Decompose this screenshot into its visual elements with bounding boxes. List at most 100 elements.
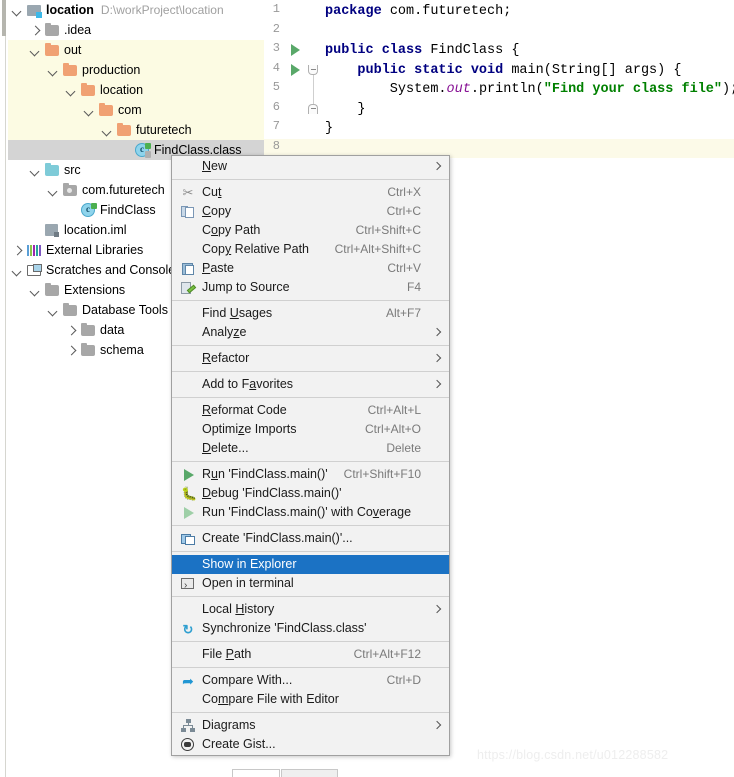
menu-item-shortcut: Ctrl+V [387,261,421,275]
menu-item-open-in-terminal[interactable]: Open in terminal [172,574,449,595]
tree-item-futuretech[interactable]: futuretech [8,120,264,140]
tree-expand-arrow[interactable] [48,65,59,76]
editor-gutter[interactable]: 1 2 3 4 5 6 7 8 [264,0,319,163]
tree-item-label: com [118,103,142,117]
menu-item-optimize-imports[interactable]: Optimize Imports Ctrl+Alt+O [172,420,449,439]
menu-item-run-findclass-main-with-coverage[interactable]: Run 'FindClass.main()' with Coverage [172,503,449,522]
menu-separator [172,397,449,398]
menu-item-local-history[interactable]: Local History [172,600,449,619]
menu-item-copy-relative-path[interactable]: Copy Relative Path Ctrl+Alt+Shift+C [172,240,449,259]
menu-item-paste[interactable]: Paste Ctrl+V [172,259,449,278]
menu-item-create-findclass-main[interactable]: Create 'FindClass.main()'... [172,529,449,548]
iml-file-icon [44,222,60,238]
diagrams-icon [181,718,195,733]
menu-item-delete[interactable]: Delete... Delete [172,439,449,458]
menu-item-jump-to-source[interactable]: Jump to Source F4 [172,278,449,297]
menu-item-label: Analyze [202,325,247,339]
menu-item-icon-slot [180,467,198,483]
code-fold-region-line [313,74,314,104]
menu-item-analyze[interactable]: Analyze [172,323,449,342]
menu-item-copy[interactable]: Copy Ctrl+C [172,202,449,221]
submenu-chevron-icon [431,323,441,342]
tree-expand-arrow[interactable] [66,85,77,96]
package-icon [62,182,78,198]
line-number: 3 [272,41,280,55]
paste-icon [181,262,195,276]
menu-item-shortcut: Ctrl+D [386,673,421,687]
status-widget-left [232,769,280,777]
menu-item-label: Find Usages [202,306,273,320]
tree-expand-arrow[interactable] [48,305,59,316]
class-file-icon: c [134,142,151,158]
tree-item-idea[interactable]: .idea [8,20,264,40]
tree-expand-arrow[interactable] [30,285,41,296]
menu-item-label: Show in Explorer [202,557,297,571]
tree-item-production[interactable]: production [8,60,264,80]
tree-item-location[interactable]: location [8,80,264,100]
menu-item-icon-slot [180,647,198,663]
menu-item-compare-file-with-editor[interactable]: Compare File with Editor [172,690,449,709]
menu-item-copy-path[interactable]: Copy Path Ctrl+Shift+C [172,221,449,240]
tree-collapse-arrow[interactable] [66,325,77,336]
context-menu[interactable]: New ✂ Cut Ctrl+X Copy Ctrl+C Copy Path Ctrl+Shi… [171,155,450,756]
menu-item-create-gist[interactable]: Create Gist... [172,735,449,754]
menu-item-show-in-explorer[interactable]: Show in Explorer [172,555,449,574]
menu-item-reformat-code[interactable]: Reformat Code Ctrl+Alt+L [172,401,449,420]
code-line-5: System.out.println("Find your class file… [325,82,734,97]
folder-orange-icon [80,82,96,98]
tree-collapse-arrow[interactable] [12,245,23,256]
menu-item-compare-with[interactable]: ➦ Compare With... Ctrl+D [172,671,449,690]
menu-item-debug-findclass-main[interactable]: 🐛 Debug 'FindClass.main()' [172,484,449,503]
tree-expand-arrow[interactable] [84,105,95,116]
tree-collapse-arrow[interactable] [30,25,41,36]
tree-item-out[interactable]: out [8,40,264,60]
code-text-area[interactable]: package com.futuretech; public class Find… [319,0,734,163]
submenu-chevron-icon [431,349,441,368]
menu-item-refactor[interactable]: Refactor [172,349,449,368]
run-gutter-icon[interactable] [290,63,302,76]
scrollbar-track [5,0,6,777]
tree-expand-arrow[interactable] [30,45,41,56]
menu-item-add-to-favorites[interactable]: Add to Favorites [172,375,449,394]
menu-separator [172,641,449,642]
tree-expand-arrow[interactable] [30,165,41,176]
run-gutter-icon[interactable] [290,44,302,56]
tree-vertical-scrollbar[interactable] [2,0,6,777]
menu-item-label: Jump to Source [202,280,290,294]
tree-collapse-arrow[interactable] [66,345,77,356]
tree-item-label: location [46,3,94,17]
menu-item-shortcut: Ctrl+C [386,204,421,218]
line-number: 5 [272,80,280,94]
menu-item-find-usages[interactable]: Find Usages Alt+F7 [172,304,449,323]
line-number: 7 [272,119,280,133]
folder-grey-icon [80,342,96,358]
menu-item-cut[interactable]: ✂ Cut Ctrl+X [172,183,449,202]
menu-separator [172,300,449,301]
code-line-1: package com.futuretech; [325,4,512,19]
menu-item-file-path[interactable]: File Path Ctrl+Alt+F12 [172,645,449,664]
menu-item-synchronize-findclass-class[interactable]: ↻ Synchronize 'FindClass.class' [172,619,449,638]
tree-item-label: .idea [64,23,92,37]
tree-item-label: Extensions [64,283,126,297]
tree-item-location[interactable]: location D:\workProject\location [8,0,264,20]
class-icon: c [80,202,97,218]
folder-grey-icon [44,282,60,298]
tree-expand-arrow[interactable] [12,265,23,276]
tree-expand-arrow[interactable] [48,185,59,196]
code-editor[interactable]: 1 2 3 4 5 6 7 8 package com.futuretech; public c… [264,0,734,163]
menu-item-shortcut: Ctrl+Alt+F12 [353,647,421,661]
tree-arrow-placeholder [30,225,41,236]
tree-item-com[interactable]: com [8,100,264,120]
menu-item-new[interactable]: New [172,157,449,176]
menu-item-run-findclass-main[interactable]: Run 'FindClass.main()' Ctrl+Shift+F10 [172,465,449,484]
menu-item-icon-slot [180,351,198,367]
cut-icon: ✂ [182,184,194,200]
tree-item-label: FindClass [100,203,156,217]
code-line-7: } [325,121,334,136]
tree-expand-arrow[interactable] [102,125,113,136]
scrollbar-thumb[interactable] [2,0,6,36]
menu-item-diagrams[interactable]: Diagrams [172,716,449,735]
code-fold-close-icon[interactable] [308,103,319,115]
menu-item-icon-slot [180,242,198,258]
tree-expand-arrow[interactable] [12,5,23,16]
